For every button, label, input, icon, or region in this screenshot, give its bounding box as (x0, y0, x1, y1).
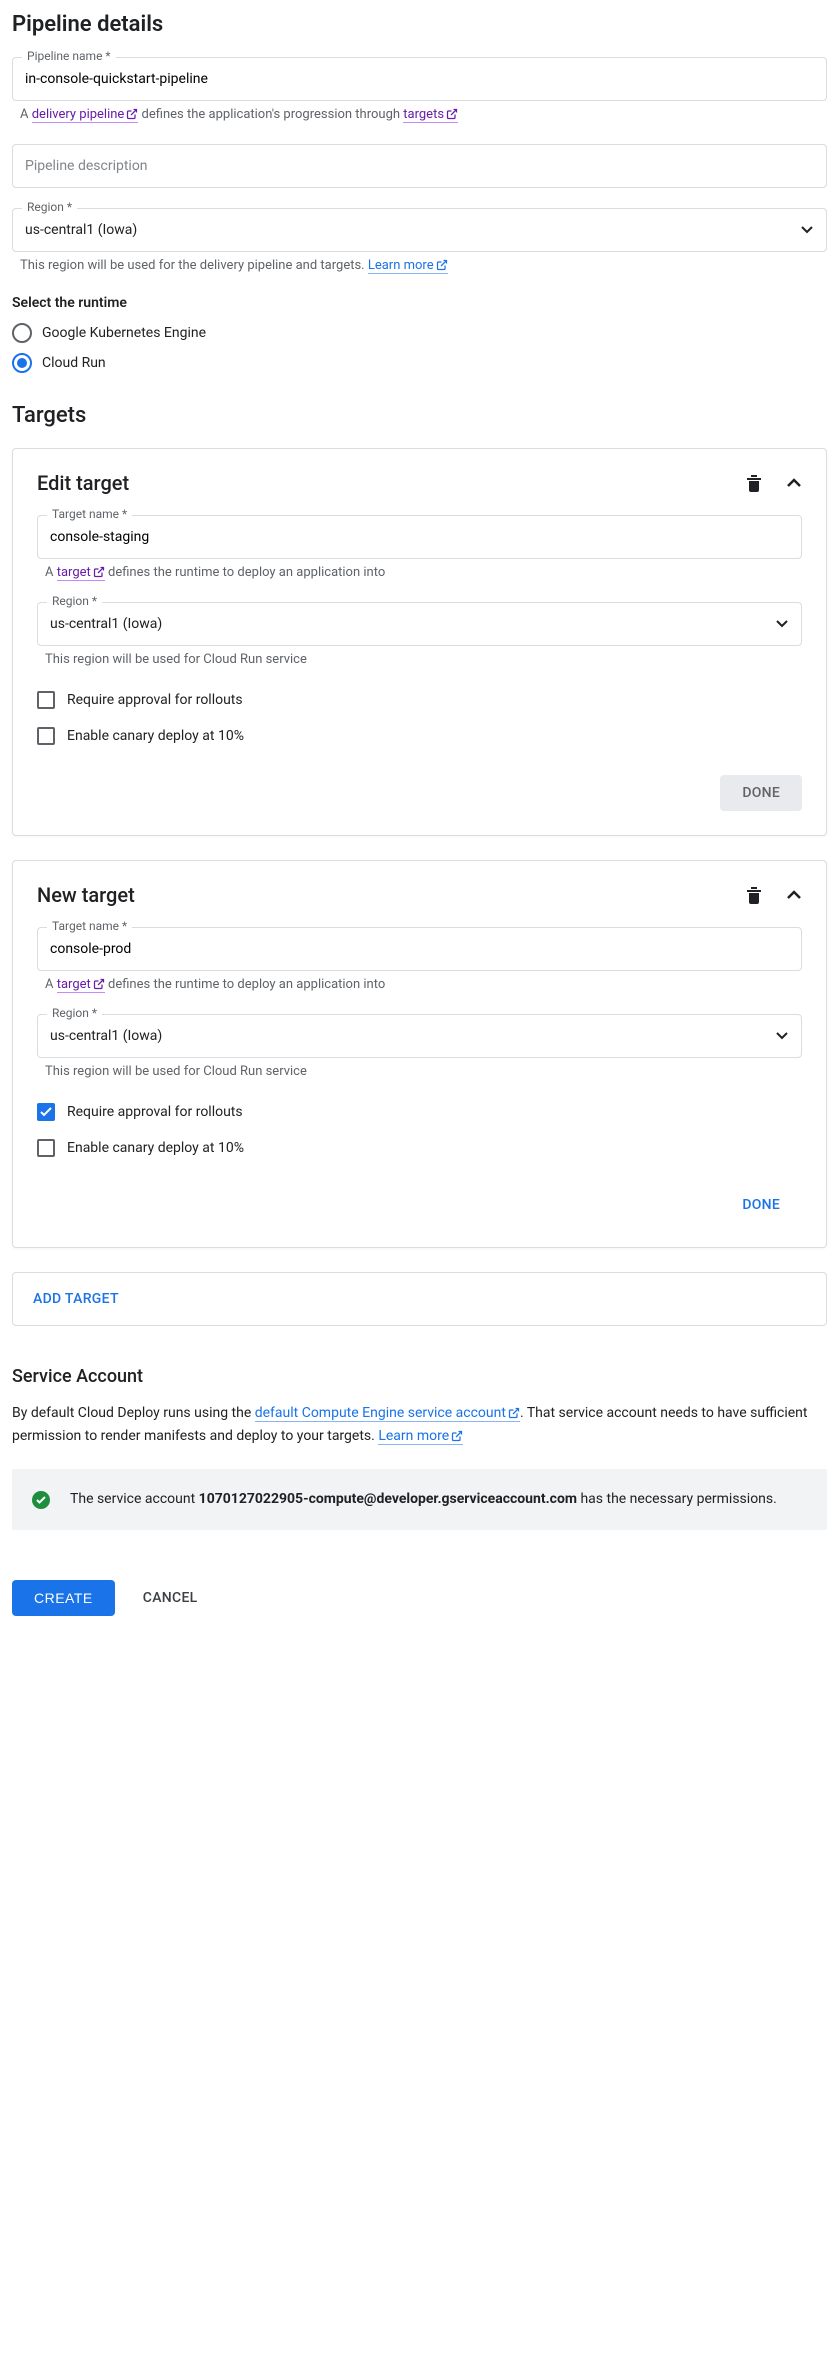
target-region-select[interactable]: us-central1 (Iowa) (37, 602, 802, 646)
target-name-helper: A target defines the runtime to deploy a… (37, 977, 802, 994)
target-region-helper: This region will be used for Cloud Run s… (37, 1064, 802, 1079)
target-card-title: New target (37, 883, 135, 907)
external-link-icon (93, 978, 105, 994)
checkbox-label: Enable canary deploy at 10% (67, 728, 244, 744)
cancel-button[interactable]: CANCEL (143, 1590, 198, 1606)
region-select[interactable]: us-central1 (Iowa) (12, 208, 827, 252)
checkbox-icon (37, 727, 55, 745)
external-link-icon (436, 259, 448, 275)
check-icon (40, 1107, 52, 1117)
service-account-text: By default Cloud Deploy runs using the d… (12, 1403, 827, 1449)
external-link-icon (126, 108, 138, 124)
runtime-heading: Select the runtime (12, 295, 827, 311)
region-label: Region * (22, 200, 77, 214)
target-name-label: Target name * (47, 919, 132, 933)
target-done-button: DONE (720, 775, 802, 811)
target-card: Edit target Target name * A target defin… (12, 448, 827, 836)
create-button[interactable]: CREATE (12, 1580, 115, 1616)
default-service-account-link[interactable]: default Compute Engine service account (255, 1405, 520, 1422)
add-target-bar: ADD TARGET (12, 1272, 827, 1326)
region-learn-more-link[interactable]: Learn more (368, 258, 448, 274)
runtime-option-label: Google Kubernetes Engine (42, 325, 206, 341)
service-account-status-box: The service account 1070127022905-comput… (12, 1469, 827, 1530)
checkbox-icon (37, 1103, 55, 1121)
target-name-input[interactable] (37, 927, 802, 971)
check-circle-icon (32, 1491, 50, 1509)
radio-icon (12, 353, 32, 373)
checkbox-icon (37, 691, 55, 709)
require-approval-checkbox[interactable]: Require approval for rollouts (37, 691, 802, 709)
external-link-icon (508, 1405, 520, 1426)
external-link-icon (451, 1428, 463, 1449)
checkbox-label: Require approval for rollouts (67, 1104, 243, 1120)
target-region-label: Region * (47, 594, 102, 608)
target-name-helper: A target defines the runtime to deploy a… (37, 565, 802, 582)
page-title: Pipeline details (12, 12, 827, 37)
targets-link[interactable]: targets (403, 107, 458, 123)
target-name-label: Target name * (47, 507, 132, 521)
add-target-button[interactable]: ADD TARGET (33, 1291, 119, 1307)
service-account-heading: Service Account (12, 1366, 827, 1387)
collapse-target-button[interactable] (786, 478, 802, 488)
service-account-status-message: The service account 1070127022905-comput… (70, 1489, 777, 1510)
targets-heading: Targets (12, 403, 827, 428)
runtime-option-cloud-run[interactable]: Cloud Run (12, 353, 827, 373)
runtime-option-label: Cloud Run (42, 355, 106, 371)
pipeline-name-label: Pipeline name * (22, 49, 116, 63)
collapse-target-button[interactable] (786, 890, 802, 900)
chevron-up-icon (786, 890, 802, 900)
chevron-up-icon (786, 478, 802, 488)
delivery-pipeline-link[interactable]: delivery pipeline (32, 107, 139, 123)
delete-target-button[interactable] (746, 474, 762, 492)
pipeline-description-input[interactable] (12, 144, 827, 188)
enable-canary-checkbox[interactable]: Enable canary deploy at 10% (37, 727, 802, 745)
checkbox-icon (37, 1139, 55, 1157)
target-done-button[interactable]: DONE (720, 1187, 802, 1223)
pipeline-name-helper: A delivery pipeline defines the applicat… (12, 107, 827, 124)
target-card-title: Edit target (37, 471, 129, 495)
radio-icon (12, 323, 32, 343)
target-card: New target Target name * A target define… (12, 860, 827, 1248)
checkbox-label: Require approval for rollouts (67, 692, 243, 708)
target-link[interactable]: target (57, 565, 105, 581)
service-account-learn-more-link[interactable]: Learn more (378, 1428, 463, 1445)
target-name-input[interactable] (37, 515, 802, 559)
checkbox-label: Enable canary deploy at 10% (67, 1140, 244, 1156)
delete-target-button[interactable] (746, 886, 762, 904)
pipeline-name-input[interactable] (12, 57, 827, 101)
target-region-select[interactable]: us-central1 (Iowa) (37, 1014, 802, 1058)
target-region-helper: This region will be used for Cloud Run s… (37, 652, 802, 667)
external-link-icon (446, 108, 458, 124)
trash-icon (746, 886, 762, 904)
target-link[interactable]: target (57, 977, 105, 993)
external-link-icon (93, 566, 105, 582)
require-approval-checkbox[interactable]: Require approval for rollouts (37, 1103, 802, 1121)
region-helper: This region will be used for the deliver… (12, 258, 827, 275)
enable-canary-checkbox[interactable]: Enable canary deploy at 10% (37, 1139, 802, 1157)
target-region-label: Region * (47, 1006, 102, 1020)
trash-icon (746, 474, 762, 492)
runtime-option-gke[interactable]: Google Kubernetes Engine (12, 323, 827, 343)
